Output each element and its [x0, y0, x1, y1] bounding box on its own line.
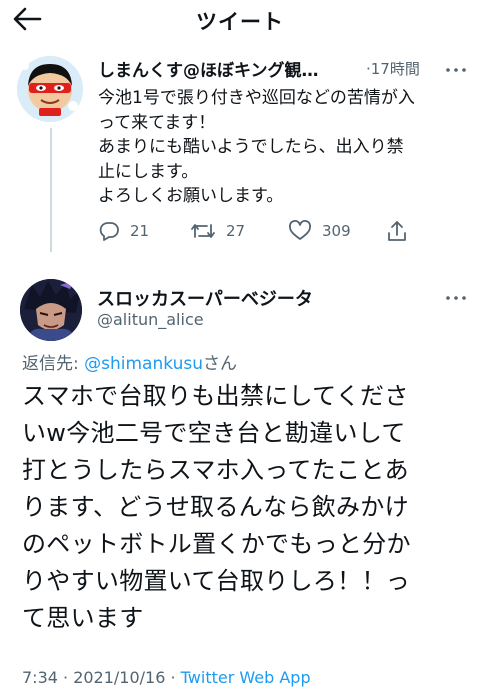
- like-count: 309: [322, 222, 351, 240]
- tweet-source-link[interactable]: Twitter Web App: [181, 668, 311, 687]
- heart-icon: [289, 220, 311, 240]
- reply-author-handle[interactable]: @alitun_alice: [97, 310, 204, 329]
- like-button[interactable]: 309: [288, 218, 351, 244]
- replying-to-line: 返信先: @shimankusuさん: [22, 349, 237, 374]
- tweet-timestamp[interactable]: 7:34 · 2021/10/16 ·: [22, 668, 181, 687]
- avatar[interactable]: [20, 279, 82, 341]
- mascot-avatar-icon: [17, 56, 83, 122]
- parent-author-name[interactable]: しまんくす@ほぼキング観…: [98, 61, 319, 81]
- thread-connector: [50, 128, 52, 252]
- parent-tweet-text: 今池1号で張り付きや巡回などの苦情が入 って来てます！ あまりにも酷いようでした…: [98, 88, 415, 206]
- reply-more-button[interactable]: [444, 290, 468, 306]
- reply-author-name[interactable]: スロッカスーパーベジータ: [97, 285, 313, 311]
- reply-count: 21: [130, 222, 150, 240]
- replying-to-mention[interactable]: @shimankusu: [84, 354, 203, 374]
- more-dots-icon: [446, 68, 466, 72]
- parent-more-button[interactable]: [444, 62, 468, 78]
- avatar[interactable]: [17, 56, 83, 122]
- retweet-icon: [191, 224, 215, 238]
- character-avatar-icon: [20, 279, 82, 341]
- page-title: ツイート: [196, 10, 284, 34]
- tweet-meta: 7:34 · 2021/10/16 · Twitter Web App: [22, 668, 311, 687]
- reply-tweet-text: スマホで台取りも出禁にしてくださ いw今池二号で空き台と勘違いして 打とうしたら…: [22, 382, 411, 632]
- share-button[interactable]: [386, 218, 408, 244]
- parent-author-row: しまんくす@ほぼキング観… ·17時間: [98, 56, 468, 82]
- parent-timestamp[interactable]: ·17時間: [366, 58, 420, 79]
- reply-icon: [99, 222, 119, 241]
- top-bar: ツイート: [0, 0, 480, 40]
- replying-to-suffix: さん: [202, 354, 237, 374]
- more-dots-icon: [446, 296, 466, 300]
- parent-action-bar: 21 27 309: [98, 218, 428, 244]
- reply-button[interactable]: 21: [98, 218, 149, 244]
- replying-to-label: 返信先:: [22, 354, 85, 374]
- retweet-button[interactable]: 27: [190, 218, 245, 244]
- retweet-count: 27: [226, 222, 246, 240]
- share-icon: [388, 221, 406, 241]
